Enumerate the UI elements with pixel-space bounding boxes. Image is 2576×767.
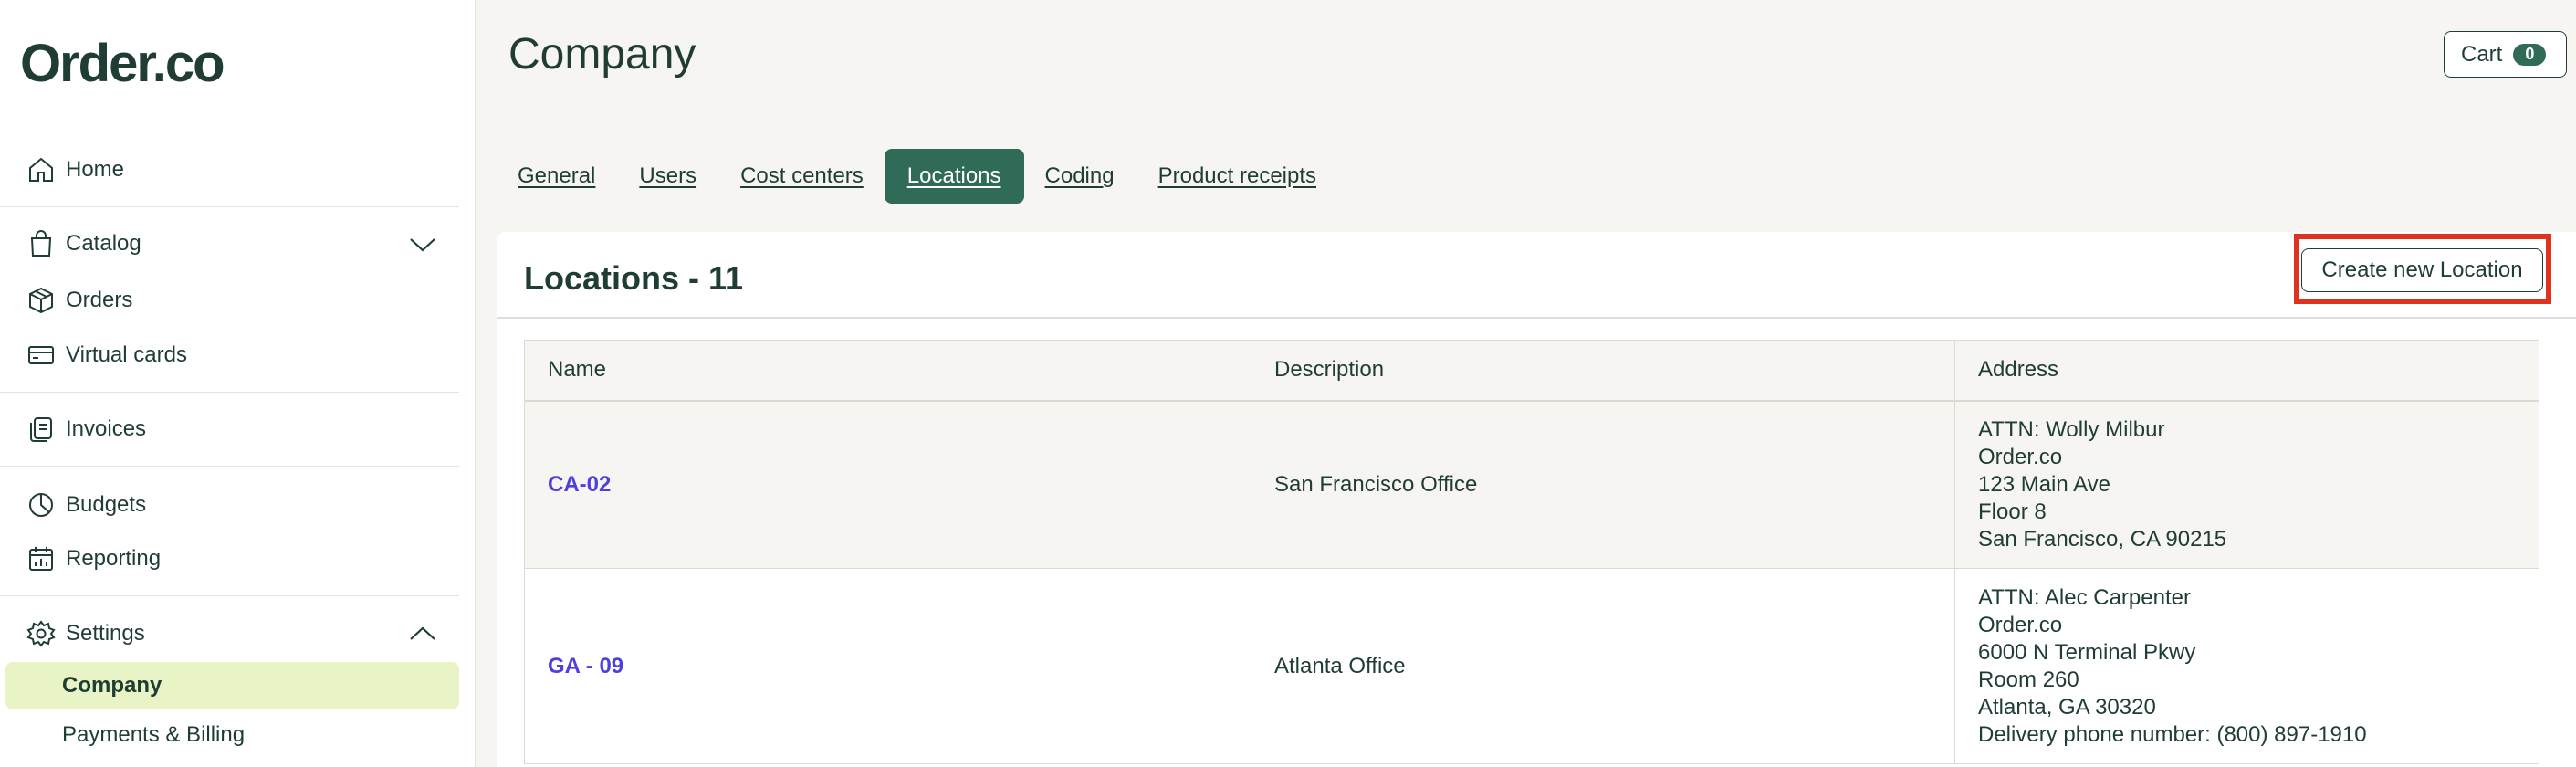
- tab-product-receipts[interactable]: Product receipts: [1136, 149, 1339, 204]
- locations-title: Locations - 11: [524, 259, 744, 297]
- sidebar-item-label: Virtual cards: [66, 342, 187, 367]
- sidebar-subitem-company[interactable]: Company: [5, 662, 459, 709]
- location-description-cell: Atlanta Office: [1251, 568, 1955, 764]
- address-line: 6000 N Terminal Pkwy: [1978, 639, 2196, 665]
- credit-card-icon: [26, 340, 57, 371]
- column-header-address[interactable]: Address: [1954, 340, 2539, 402]
- sidebar-item-label: Catalog: [66, 231, 141, 256]
- sidebar-divider: [0, 595, 459, 596]
- sidebar-item-settings[interactable]: Settings: [26, 612, 145, 656]
- sidebar-item-invoices[interactable]: Invoices: [26, 407, 146, 451]
- tab-coding[interactable]: Coding: [1022, 149, 1137, 204]
- cart-count-badge: 0: [2513, 43, 2547, 66]
- sidebar-item-label: Budgets: [66, 492, 147, 517]
- tab-cost-centers[interactable]: Cost centers: [717, 149, 886, 204]
- location-name-link[interactable]: CA-02: [548, 472, 611, 497]
- company-tabs: General Users Cost centers Locations Cod…: [495, 149, 1337, 204]
- home-icon: [26, 154, 57, 185]
- address-line: 123 Main Ave: [1978, 471, 2110, 497]
- sidebar-item-home[interactable]: Home: [26, 148, 124, 192]
- locations-table: Name Description Address CA-02 San Franc…: [524, 340, 2539, 764]
- location-address-cell: ATTN: Wolly Milbur Order.co 123 Main Ave…: [1954, 400, 2539, 569]
- location-name-cell: GA - 09: [524, 568, 1251, 764]
- tab-locations[interactable]: Locations: [884, 149, 1024, 204]
- column-header-description[interactable]: Description: [1251, 340, 1955, 402]
- sidebar-item-catalog[interactable]: Catalog: [26, 222, 141, 266]
- gear-icon: [26, 618, 57, 649]
- sidebar-divider: [0, 466, 459, 467]
- pie-chart-icon: [26, 489, 57, 520]
- sidebar-item-reporting[interactable]: Reporting: [26, 537, 161, 581]
- calendar-chart-icon: [26, 543, 57, 574]
- address-line: ATTN: Wolly Milbur: [1978, 416, 2165, 442]
- order-co-logo[interactable]: Order.co: [20, 33, 225, 94]
- cart-label: Cart: [2461, 41, 2503, 67]
- location-name-link[interactable]: GA - 09: [548, 654, 623, 678]
- create-new-location-button[interactable]: Create new Location: [2301, 248, 2543, 292]
- sidebar-item-label: Reporting: [66, 546, 162, 571]
- sidebar-item-label: Invoices: [66, 416, 147, 441]
- address-line: San Francisco, CA 90215: [1978, 526, 2227, 552]
- sidebar-subitem-payments-billing[interactable]: Payments & Billing: [5, 711, 459, 759]
- sidebar-item-orders[interactable]: Orders: [26, 278, 132, 322]
- sidebar-subitem-label: Company: [62, 673, 162, 698]
- box-icon: [26, 285, 57, 316]
- address-line: ATTN: Alec Carpenter: [1978, 584, 2191, 610]
- chevron-down-icon[interactable]: [407, 229, 438, 260]
- address-line: Atlanta, GA 30320: [1978, 694, 2156, 720]
- table-header-row: Name Description Address: [524, 340, 2539, 402]
- sidebar-item-label: Orders: [66, 288, 133, 312]
- address-line: Order.co: [1978, 444, 2063, 469]
- tab-general[interactable]: General: [495, 149, 618, 204]
- table-row[interactable]: CA-02 San Francisco Office ATTN: Wolly M…: [524, 400, 2539, 569]
- column-header-name[interactable]: Name: [524, 340, 1251, 402]
- cart-button[interactable]: Cart 0: [2444, 31, 2567, 78]
- sidebar-item-label: Home: [66, 157, 125, 182]
- location-name-cell: CA-02: [524, 400, 1251, 569]
- sidebar-divider: [0, 392, 459, 393]
- invoice-icon: [26, 414, 57, 445]
- address-line: Order.co: [1978, 612, 2063, 637]
- sidebar-item-label: Settings: [66, 621, 145, 646]
- shopping-bag-icon: [26, 228, 57, 259]
- address-line: Floor 8: [1978, 499, 2047, 524]
- sidebar-item-virtual-cards[interactable]: Virtual cards: [26, 333, 187, 377]
- sidebar-subitem-label: Payments & Billing: [62, 722, 246, 747]
- location-address-cell: ATTN: Alec Carpenter Order.co 6000 N Ter…: [1954, 568, 2539, 764]
- sidebar-item-budgets[interactable]: Budgets: [26, 483, 146, 527]
- sidebar: Order.co Home Catalog Orders Virtual car…: [0, 0, 476, 767]
- page-title: Company: [508, 30, 696, 79]
- chevron-up-icon[interactable]: [407, 618, 438, 649]
- address-line: Room 260: [1978, 667, 2079, 692]
- card-divider: [497, 317, 2576, 319]
- tab-users[interactable]: Users: [616, 149, 719, 204]
- address-line: Delivery phone number: (800) 897-1910: [1978, 721, 2367, 747]
- sidebar-divider: [0, 206, 459, 207]
- location-description-cell: San Francisco Office: [1251, 400, 1955, 569]
- table-row[interactable]: GA - 09 Atlanta Office ATTN: Alec Carpen…: [524, 568, 2539, 764]
